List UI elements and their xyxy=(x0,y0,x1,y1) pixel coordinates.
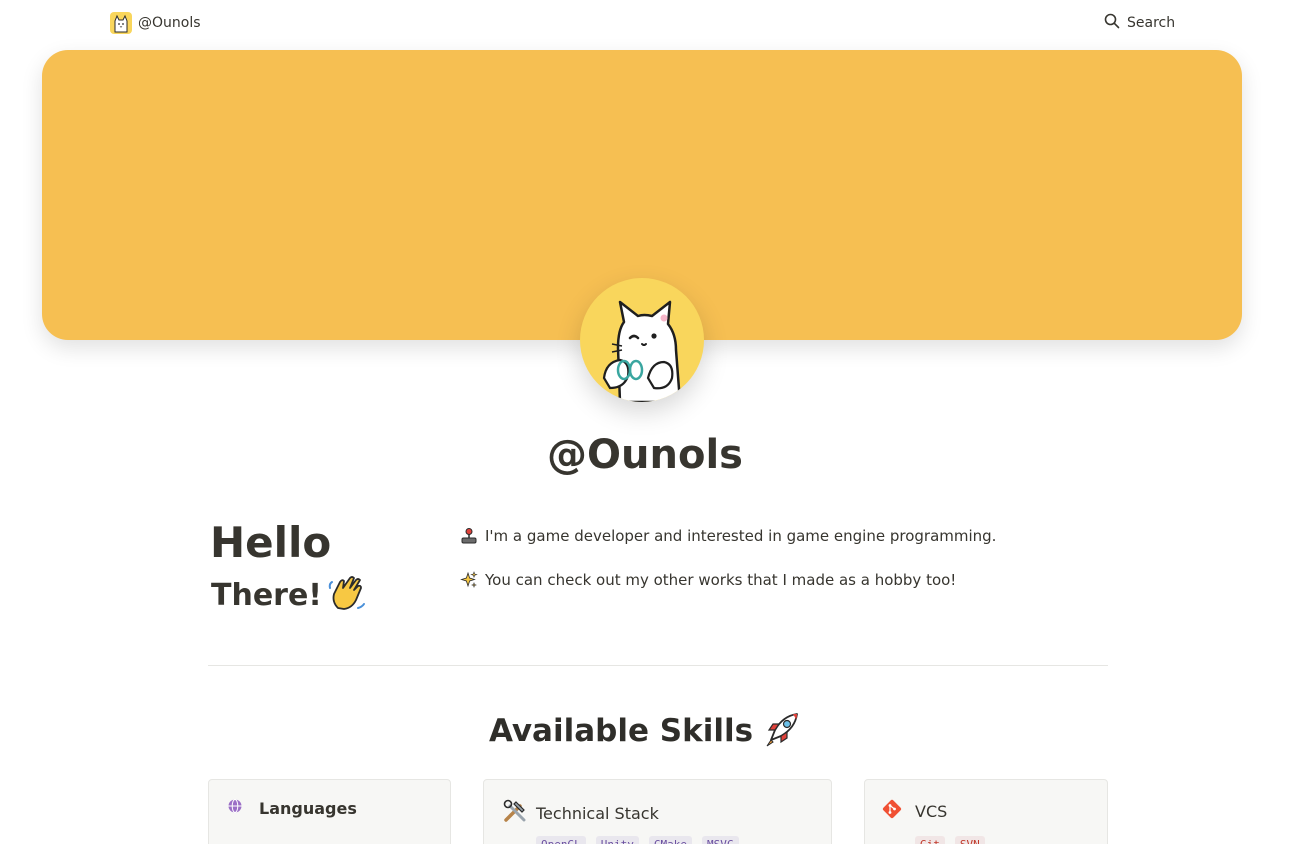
skill-card-languages: Languages xyxy=(208,779,451,844)
cat-logo-icon xyxy=(110,12,132,34)
site-brand-link[interactable]: @Ounols xyxy=(110,12,201,34)
bio-line: You can check out my other works that I … xyxy=(460,571,956,589)
git-icon xyxy=(881,798,903,824)
bio-text: You can check out my other works that I … xyxy=(485,571,957,589)
skill-tag: OpenGL xyxy=(536,836,586,844)
card-header: Languages xyxy=(227,798,357,818)
search-button[interactable]: Search xyxy=(1104,13,1175,33)
sparkles-icon xyxy=(460,571,478,589)
rocket-icon xyxy=(763,710,801,752)
bio-line: I'm a game developer and interested in g… xyxy=(460,527,996,545)
clapping-hands-icon xyxy=(328,574,366,616)
page-avatar[interactable] xyxy=(580,278,704,402)
card-title: Technical Stack xyxy=(536,803,659,823)
card-title: VCS xyxy=(915,801,948,821)
page-title: @Ounols xyxy=(547,432,743,478)
skills-title: Available Skills xyxy=(488,713,754,749)
card-header: Technical Stack xyxy=(502,798,659,828)
hello-heading: Hello xyxy=(210,518,332,567)
bio-text: I'm a game developer and interested in g… xyxy=(485,527,997,545)
brand-name: @Ounols xyxy=(138,15,201,31)
tag-list: OpenGL Unity CMake MSVC xyxy=(536,836,739,844)
skill-card-technical-stack: Technical Stack OpenGL Unity CMake MSVC xyxy=(483,779,832,844)
there-heading: There! xyxy=(211,574,366,616)
skill-tag: SVN xyxy=(954,836,985,844)
joystick-icon xyxy=(460,527,478,545)
there-text: There! xyxy=(211,577,322,613)
skill-tag: CMake xyxy=(648,836,692,844)
top-navigation: @Ounols Search xyxy=(0,0,1290,46)
card-header: VCS xyxy=(881,798,947,824)
skill-tag: MSVC xyxy=(702,836,739,844)
search-icon xyxy=(1104,13,1120,33)
skills-heading: Available Skills xyxy=(0,710,1290,752)
section-divider xyxy=(208,665,1108,666)
card-title: Languages xyxy=(259,798,357,818)
hammer-wrench-icon xyxy=(502,798,528,828)
skill-tag: Unity xyxy=(595,836,639,844)
skill-tag: Git xyxy=(915,836,945,844)
tag-list: Git SVN xyxy=(915,836,985,844)
search-label: Search xyxy=(1127,15,1176,31)
cat-avatar-icon xyxy=(602,300,682,402)
globe-icon xyxy=(227,798,243,818)
skill-card-vcs: VCS Git SVN xyxy=(864,779,1108,844)
